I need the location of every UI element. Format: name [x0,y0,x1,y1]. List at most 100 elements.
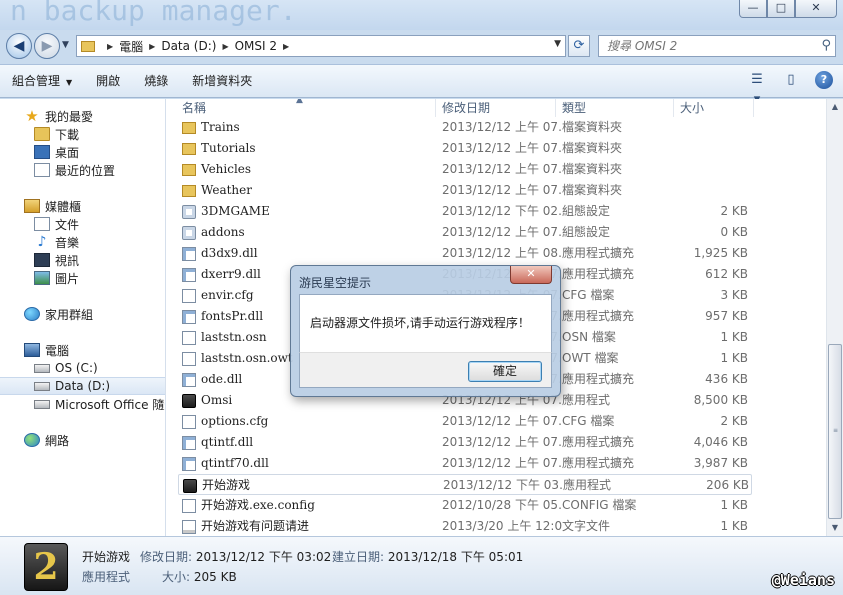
dialog-title: 游民星空提示 [299,276,372,290]
refresh-button[interactable]: ⟳ [568,35,590,57]
details-modified-value: 2013/12/12 下午 03:02 [195,550,332,564]
nav-desktop[interactable]: 桌面 [0,143,165,161]
details-size-label: 大小: [162,570,191,584]
nav-label: Data (D:) [55,379,111,393]
address-dropdown[interactable]: ▼ [554,39,561,49]
arrow-right-icon: ▶ [41,38,53,54]
file-row[interactable]: qtintf.dll 2013/12/12 上午 07... 應用程式擴充 4,046… [178,432,752,453]
application-icon [183,478,197,493]
file-type: 文字文件 [562,519,611,533]
file-type: 應用程式擴充 [562,372,635,386]
open-button[interactable]: 開啟 [84,69,132,93]
forward-button[interactable]: ▶ [34,33,60,59]
details-size-value: 205 KB [193,570,237,584]
ok-button[interactable]: 確定 [468,361,542,382]
file-row[interactable]: Vehicles 2013/12/12 上午 07... 檔案資料夾 [178,159,752,180]
file-size [674,138,748,159]
file-size: 1 KB [720,330,748,344]
nav-downloads[interactable]: 下載 [0,125,165,143]
view-options-icon[interactable]: ☰ ▾ [747,70,767,107]
breadcrumb-data-drive[interactable]: Data (D:) [161,39,216,53]
help-icon[interactable]: ? [815,71,833,89]
nav-libraries[interactable]: 媒體櫃 [0,197,165,215]
recent-pages-dropdown[interactable]: ▼ [62,40,69,50]
organize-button[interactable]: 組合管理 ▼ [0,69,84,93]
file-date: 2013/12/12 上午 08... [442,246,562,260]
file-row[interactable]: qtintf70.dll 2013/12/12 上午 07... 應用程式擴充 3,9… [178,453,752,474]
file-row[interactable]: d3dx9.dll 2013/12/12 上午 08... 應用程式擴充 1,925 … [178,243,752,264]
maximize-button[interactable]: □ [767,0,795,18]
file-date: 2013/12/12 上午 07... [442,414,562,428]
file-date: 2013/12/12 上午 07... [442,435,562,449]
file-row[interactable]: 3DMGAME 2013/12/12 下午 02... 組態設定 2 KB [178,201,752,222]
column-header-date[interactable]: 修改日期 [436,99,556,117]
new-folder-button[interactable]: 新增資料夾 [180,69,264,93]
column-header-size[interactable]: 大小 [674,99,754,117]
breadcrumb-computer[interactable]: 電腦 [119,38,143,55]
file-row[interactable]: addons 2013/12/12 上午 07... 組態設定 0 KB [178,222,752,243]
refresh-icon: ⟳ [573,38,585,53]
file-type: 應用程式擴充 [562,309,635,323]
preview-pane-icon[interactable]: ▯ [781,70,801,90]
file-row[interactable]: 开始游戏.exe.config 2012/10/28 下午 05... CONFIG… [178,495,752,516]
search-input[interactable] [605,38,805,54]
computer-icon [24,343,40,357]
file-row[interactable]: Weather 2013/12/12 上午 07... 檔案資料夾 [178,180,752,201]
network-icon [24,433,40,447]
breadcrumb-omsi2[interactable]: OMSI 2 [235,39,277,53]
file-date: 2013/12/12 上午 07... [442,456,562,470]
drive-icon [34,381,50,391]
video-icon [34,253,50,267]
nav-homegroup[interactable]: 家用群組 [0,305,165,323]
file-name: addons [201,225,245,239]
file-name-cell: Weather [182,180,437,201]
column-header-name[interactable]: 名稱 [176,99,436,117]
file-size: 1 KB [720,519,748,533]
nav-drive-office[interactable]: Microsoft Office 隨選即 [0,395,165,413]
column-headers: 名稱 ▲ 修改日期 類型 大小 [166,99,826,117]
chevron-right-icon[interactable]: ▶ [283,42,289,51]
file-row[interactable]: Tutorials 2013/12/12 上午 07... 檔案資料夾 [178,138,752,159]
file-name-cell: Vehicles [182,159,437,180]
nav-drive-d[interactable]: Data (D:) [0,377,165,395]
file-size: 1 KB [720,498,748,512]
nav-label: 媒體櫃 [45,199,82,214]
file-name: options.cfg [201,414,269,428]
nav-music[interactable]: ♪ 音樂 [0,233,165,251]
close-button[interactable]: ✕ [795,0,837,18]
back-button[interactable]: ◀ [6,33,32,59]
file-icon [182,414,196,429]
nav-documents[interactable]: 文件 [0,215,165,233]
nav-recent[interactable]: 最近的位置 [0,161,165,179]
file-row[interactable]: Trains 2013/12/12 上午 07... 檔案資料夾 [178,117,752,138]
nav-videos[interactable]: 視訊 [0,251,165,269]
nav-favorites[interactable]: ★ 我的最愛 [0,107,165,125]
chevron-right-icon[interactable]: ▶ [222,42,228,51]
file-name-cell: 3DMGAME [182,201,437,222]
address-bar[interactable]: ▶ 電腦 ▶ Data (D:) ▶ OMSI 2 ▶ ▼ [76,35,566,57]
column-header-type[interactable]: 類型 [556,99,674,117]
dialog-close-button[interactable]: ✕ [510,266,552,284]
chevron-right-icon[interactable]: ▶ [107,42,113,51]
search-icon[interactable]: ⚲ [821,38,831,53]
scroll-up-arrow[interactable]: ▲ [827,99,843,115]
nav-network[interactable]: 網路 [0,431,165,449]
file-row[interactable]: 开始游戏 2013/12/12 下午 03... 應用程式 206 KB [178,474,752,495]
watermark: @Weians [771,571,835,589]
chevron-right-icon[interactable]: ▶ [149,42,155,51]
scroll-down-arrow[interactable]: ▼ [827,520,843,536]
nav-drive-c[interactable]: OS (C:) [0,359,165,377]
minimize-button[interactable]: — [739,0,767,18]
nav-computer[interactable]: 電腦 [0,341,165,359]
details-size: 大小: 205 KB [162,568,237,585]
scroll-thumb[interactable]: ≡ [828,344,842,519]
nav-pictures[interactable]: 圖片 [0,269,165,287]
vertical-scrollbar[interactable]: ▲ ≡ ▼ [826,99,843,536]
file-size [674,180,748,201]
file-row[interactable]: 开始游戏有问题请进 2013/3/20 上午 12:00 文字文件 1 KB [178,516,752,536]
nav-label: 下載 [55,127,80,142]
file-size: 206 KB [706,478,749,492]
file-row[interactable]: options.cfg 2013/12/12 上午 07... CFG 檔案 2 KB [178,411,752,432]
burn-button[interactable]: 燒錄 [132,69,180,93]
search-box[interactable]: ⚲ [598,35,836,57]
